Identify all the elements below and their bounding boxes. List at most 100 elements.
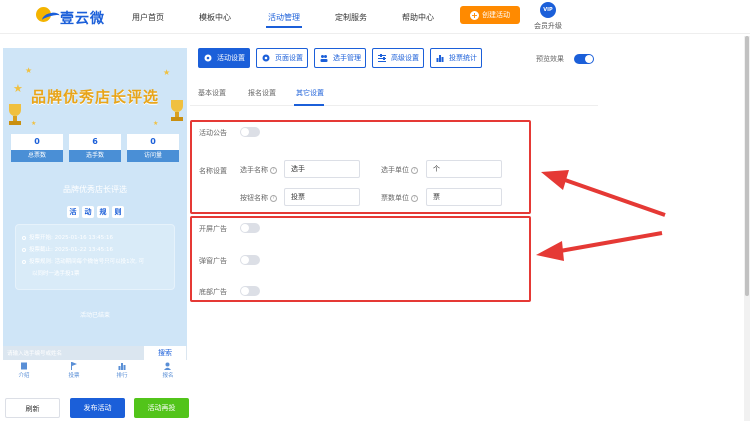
tab-signup-settings[interactable]: 报名设置: [248, 88, 276, 98]
create-activity-button[interactable]: + 创建活动: [460, 6, 520, 24]
announcement-toggle[interactable]: [240, 127, 260, 137]
tab-intro[interactable]: 介绍: [9, 362, 39, 379]
star-icon: ★: [25, 66, 33, 75]
nav-help-center[interactable]: 帮助中心: [402, 12, 434, 23]
help-icon[interactable]: ?: [270, 166, 277, 174]
tab-signup[interactable]: 报名: [153, 362, 183, 379]
mobile-preview-panel: ★ ★ ★ ★ ★ 品牌优秀店长评选 0 总票数 6 选手数 0 访问量 品牌优…: [3, 48, 187, 374]
star-icon: ★: [153, 120, 159, 127]
star-icon: ★: [31, 120, 37, 127]
page-scrollbar[interactable]: [744, 36, 750, 421]
preview-banner: ★ ★ ★ ★ ★ 品牌优秀店长评选: [3, 48, 187, 130]
bottom-ad-label: 底部广告: [199, 288, 227, 296]
event-name: 品牌优秀店长评选: [63, 185, 127, 194]
stat-label: 选手数: [69, 150, 121, 162]
tab-basic-settings[interactable]: 基本设置: [198, 88, 226, 98]
sliders-icon: [378, 54, 386, 62]
gear-icon: [204, 54, 212, 62]
activity-status: 活动已结束: [79, 312, 110, 319]
activity-rules-tags[interactable]: 活 动 规 则: [67, 206, 124, 218]
tab-label: 投票: [68, 373, 80, 379]
button-name-input[interactable]: 投票: [284, 188, 360, 206]
toolbar-label: 选手管理: [333, 54, 361, 62]
button-name-label: 按钮名称?: [240, 193, 277, 203]
vip-upgrade-label[interactable]: 会员升级: [534, 21, 562, 31]
nav-home[interactable]: 用户首页: [132, 12, 164, 23]
player-name-input[interactable]: 选手: [284, 160, 360, 178]
tab-vote[interactable]: 投票: [59, 362, 89, 379]
toolbar-label: 活动设置: [217, 54, 245, 62]
nav-custom-service[interactable]: 定制服务: [335, 12, 367, 23]
info-vote-rule-cont: 以同时一选手投1票: [32, 271, 80, 277]
stat-value: 0: [11, 134, 63, 150]
trophy-icon: [7, 104, 23, 126]
toggle-knob: [241, 224, 249, 232]
bar-chart-icon: [436, 55, 444, 62]
republish-activity-button[interactable]: 活动再投: [134, 398, 189, 418]
logo-text[interactable]: 壹云微: [60, 8, 105, 28]
tab-ranking[interactable]: 排行: [107, 362, 137, 379]
info-text: 投票规则: 活动期间每个微信号只可以投1次, 可: [29, 259, 145, 265]
player-name-label: 选手名称?: [240, 165, 277, 175]
stat-players: 6 选手数: [69, 134, 121, 164]
banner-title: 品牌优秀店长评选: [30, 88, 159, 106]
gear-icon: [262, 54, 270, 62]
page-settings-button[interactable]: 页面设置: [256, 48, 308, 68]
vote-statistics-button[interactable]: 投票统计: [430, 48, 482, 68]
users-icon: [320, 55, 328, 62]
bar-chart-icon: [118, 363, 126, 370]
stat-label: 总票数: [11, 150, 63, 162]
nav-templates[interactable]: 模板中心: [199, 12, 231, 23]
rule-tag: 规: [97, 206, 109, 218]
rule-tag: 则: [112, 206, 124, 218]
info-vote-end: 投票截止: 2025-01-22 13:45:16: [22, 245, 113, 253]
activity-settings-button[interactable]: 活动设置: [198, 48, 250, 68]
star-icon: ★: [163, 68, 171, 77]
scrollbar-thumb[interactable]: [745, 36, 749, 296]
rule-tag: 动: [82, 206, 94, 218]
logo-icon[interactable]: [36, 5, 61, 27]
search-input[interactable]: 请输入选手编号或姓名: [7, 349, 62, 357]
label-text: 选手名称: [240, 166, 268, 174]
player-management-button[interactable]: 选手管理: [314, 48, 366, 68]
nav-activity-management[interactable]: 活动管理: [268, 12, 300, 23]
publish-activity-button[interactable]: 发布活动: [70, 398, 125, 418]
name-settings-label: 名称设置: [199, 167, 227, 175]
stat-label: 访问量: [127, 150, 179, 162]
info-text: 投票截止: 2025-01-22 13:45:16: [29, 247, 114, 253]
popup-ad-toggle[interactable]: [240, 255, 260, 265]
rule-tag: 活: [67, 206, 79, 218]
tab-label: 介绍: [18, 373, 30, 379]
subtab-active-indicator: [294, 104, 324, 106]
vip-icon[interactable]: VIP: [540, 2, 556, 18]
search-button[interactable]: 搜索: [144, 346, 186, 360]
player-unit-input[interactable]: 个: [426, 160, 502, 178]
preview-tabbar: 介绍 投票 排行 报名: [3, 360, 187, 384]
label-text: 票数单位: [381, 194, 409, 202]
player-unit-label: 选手单位?: [381, 165, 418, 175]
help-icon[interactable]: ?: [411, 166, 418, 174]
bottom-ad-toggle[interactable]: [240, 286, 260, 296]
tab-other-settings[interactable]: 其它设置: [296, 88, 324, 98]
advanced-settings-button[interactable]: 高级设置: [372, 48, 424, 68]
label-text: 选手单位: [381, 166, 409, 174]
toolbar-label: 投票统计: [449, 54, 477, 62]
vote-unit-input[interactable]: 票: [426, 188, 502, 206]
toggle-knob: [585, 55, 593, 63]
splash-ad-label: 开屏广告: [199, 225, 227, 233]
clock-icon: [22, 247, 26, 252]
info-vote-start: 投票开始: 2025-01-16 13:45:16: [22, 233, 113, 241]
info-text: 投票开始: 2025-01-16 13:45:16: [29, 235, 114, 241]
splash-ad-toggle[interactable]: [240, 223, 260, 233]
label-text: 按钮名称: [240, 194, 268, 202]
nav-active-indicator: [266, 26, 302, 28]
activity-info-box: 投票开始: 2025-01-16 13:45:16 投票截止: 2025-01-…: [15, 224, 175, 290]
help-icon[interactable]: ?: [411, 194, 418, 202]
tab-label: 报名: [162, 373, 174, 379]
annotation-arrow: [541, 170, 666, 217]
preview-effect-toggle[interactable]: [574, 54, 594, 64]
flag-icon: [71, 362, 77, 370]
help-icon[interactable]: ?: [270, 194, 277, 202]
refresh-button[interactable]: 刷新: [5, 398, 60, 418]
plus-icon: +: [470, 10, 479, 20]
